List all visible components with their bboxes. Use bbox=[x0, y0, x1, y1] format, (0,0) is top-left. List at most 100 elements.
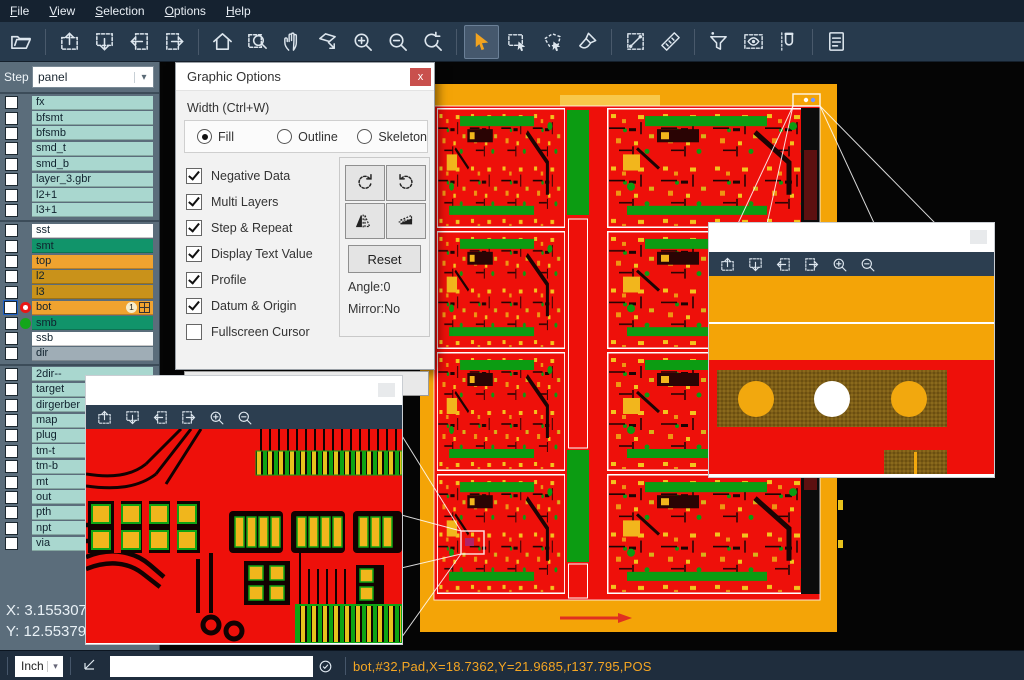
menu-item-view[interactable]: View bbox=[39, 1, 85, 21]
checkbox-icon[interactable] bbox=[186, 298, 202, 314]
window-restore-icon[interactable] bbox=[378, 383, 395, 397]
layer-row-l2[interactable]: l2 bbox=[0, 269, 159, 284]
layer-checkbox[interactable] bbox=[5, 414, 18, 427]
menu-item-file[interactable]: File bbox=[0, 1, 39, 21]
pan-left-tool[interactable] bbox=[147, 406, 173, 428]
pan-up-tool[interactable] bbox=[91, 406, 117, 428]
layer-checkbox[interactable] bbox=[5, 522, 18, 535]
menu-item-help[interactable]: Help bbox=[216, 1, 261, 21]
snap-tool[interactable] bbox=[772, 26, 805, 58]
radio-fill[interactable]: Fill bbox=[197, 129, 265, 144]
rotate-cw-button[interactable] bbox=[345, 165, 385, 201]
layer-name[interactable]: sst bbox=[32, 224, 153, 238]
layer-checkbox[interactable] bbox=[5, 506, 18, 519]
checkbox-step-repeat[interactable]: Step & Repeat bbox=[186, 215, 313, 241]
pan-right-tool[interactable] bbox=[798, 253, 824, 275]
layer-row-bfsmt[interactable]: bfsmt bbox=[0, 110, 159, 125]
checkbox-profile[interactable]: Profile bbox=[186, 267, 313, 293]
layer-checkbox[interactable] bbox=[5, 204, 18, 217]
layer-checkbox[interactable] bbox=[5, 286, 18, 299]
pan-hand-tool[interactable] bbox=[276, 26, 309, 58]
layer-name[interactable]: bfsmb bbox=[32, 126, 153, 140]
view-options-tool[interactable] bbox=[737, 26, 770, 58]
step-select[interactable]: panel ▾ bbox=[32, 66, 154, 88]
layer-checkbox[interactable] bbox=[5, 429, 18, 442]
select-polygon-tool[interactable] bbox=[536, 26, 569, 58]
layer-row-smb[interactable]: smb bbox=[0, 315, 159, 330]
pan-down-tool[interactable] bbox=[119, 406, 145, 428]
layer-checkbox[interactable] bbox=[5, 383, 18, 396]
layer-checkbox[interactable] bbox=[5, 399, 18, 412]
zoom-window-right-view[interactable] bbox=[709, 276, 994, 474]
layer-row-top[interactable]: top bbox=[0, 254, 159, 269]
window-restore-icon[interactable] bbox=[970, 230, 987, 244]
layer-checkbox[interactable] bbox=[5, 189, 18, 202]
checkbox-multi-layers[interactable]: Multi Layers bbox=[186, 189, 313, 215]
dialog-titlebar[interactable]: Graphic Options x bbox=[176, 63, 434, 91]
checkbox-negative-data[interactable]: Negative Data bbox=[186, 163, 313, 189]
pan-up-tool[interactable] bbox=[714, 253, 740, 275]
layer-name[interactable]: layer_3.gbr bbox=[32, 173, 153, 187]
layer-name[interactable]: l2 bbox=[32, 270, 153, 284]
rotate-ccw-button[interactable] bbox=[386, 165, 426, 201]
radio-icon[interactable] bbox=[277, 129, 292, 144]
layer-row-smd_t[interactable]: smd_t bbox=[0, 141, 159, 156]
select-cursor-tool[interactable] bbox=[464, 25, 499, 59]
layer-checkbox[interactable] bbox=[5, 270, 18, 283]
layer-name[interactable]: l3 bbox=[32, 285, 153, 299]
layer-name[interactable]: ssb bbox=[32, 332, 153, 346]
layer-checkbox[interactable] bbox=[5, 445, 18, 458]
layer-row-l2+1[interactable]: l2+1 bbox=[0, 187, 159, 202]
layer-name[interactable]: smd_b bbox=[32, 157, 153, 171]
layer-name[interactable]: l3+1 bbox=[32, 203, 153, 217]
checkbox-icon[interactable] bbox=[186, 194, 202, 210]
layer-name[interactable]: dir bbox=[32, 347, 153, 361]
radio-icon[interactable] bbox=[197, 129, 212, 144]
zoom-window-left-view[interactable] bbox=[86, 429, 402, 643]
layer-row-fx[interactable]: fx bbox=[0, 95, 159, 110]
zoom-window-tool[interactable] bbox=[241, 26, 274, 58]
checkbox-datum-origin[interactable]: Datum & Origin bbox=[186, 293, 313, 319]
radio-skeleton[interactable]: Skeleton bbox=[357, 129, 427, 144]
checkbox-fullscreen-cursor[interactable]: Fullscreen Cursor bbox=[186, 319, 313, 345]
layer-checkbox[interactable] bbox=[5, 224, 18, 237]
pan-up-tool[interactable] bbox=[53, 26, 86, 58]
layer-checkbox[interactable] bbox=[5, 332, 18, 345]
pan-right-tool[interactable] bbox=[175, 406, 201, 428]
layer-checkbox[interactable] bbox=[5, 460, 18, 473]
layer-checkbox[interactable] bbox=[5, 112, 18, 125]
layer-checkbox[interactable] bbox=[5, 127, 18, 140]
layer-checkbox[interactable] bbox=[5, 96, 18, 109]
radio-outline[interactable]: Outline bbox=[277, 129, 345, 144]
layer-checkbox[interactable] bbox=[5, 158, 18, 171]
drag-view-tool[interactable] bbox=[311, 26, 344, 58]
layer-name[interactable]: smt bbox=[32, 239, 153, 253]
layer-row-smt[interactable]: smt bbox=[0, 239, 159, 254]
layer-name[interactable]: top bbox=[32, 255, 153, 269]
pan-left-tool[interactable] bbox=[123, 26, 156, 58]
layer-checkbox[interactable] bbox=[5, 347, 18, 360]
zoom-window-right-titlebar[interactable] bbox=[709, 223, 994, 252]
pan-left-tool[interactable] bbox=[770, 253, 796, 275]
unit-select[interactable]: Inch ▾ bbox=[15, 656, 63, 677]
angle-mode-icon[interactable] bbox=[82, 657, 100, 675]
pan-right-tool[interactable] bbox=[158, 26, 191, 58]
checkbox-icon[interactable] bbox=[186, 246, 202, 262]
layer-row-smd_b[interactable]: smd_b bbox=[0, 157, 159, 172]
zoom-out-tool[interactable] bbox=[381, 26, 414, 58]
menu-item-options[interactable]: Options bbox=[155, 1, 216, 21]
layer-row-l3+1[interactable]: l3+1 bbox=[0, 203, 159, 218]
command-input[interactable] bbox=[110, 656, 313, 677]
layer-checkbox[interactable] bbox=[4, 301, 17, 314]
zoom-home-tool[interactable] bbox=[206, 26, 239, 58]
apply-icon[interactable] bbox=[317, 658, 334, 675]
mirror-vertical-button[interactable] bbox=[386, 203, 426, 239]
clear-highlight-tool[interactable] bbox=[571, 26, 604, 58]
zoom-in-tool[interactable] bbox=[203, 406, 229, 428]
open-file-tool[interactable] bbox=[5, 26, 38, 58]
layer-row-dir[interactable]: dir bbox=[0, 346, 159, 361]
filter-tool[interactable] bbox=[702, 26, 735, 58]
reset-button[interactable]: Reset bbox=[348, 245, 421, 273]
menu-item-selection[interactable]: Selection bbox=[85, 1, 154, 21]
checkbox-icon[interactable] bbox=[186, 220, 202, 236]
